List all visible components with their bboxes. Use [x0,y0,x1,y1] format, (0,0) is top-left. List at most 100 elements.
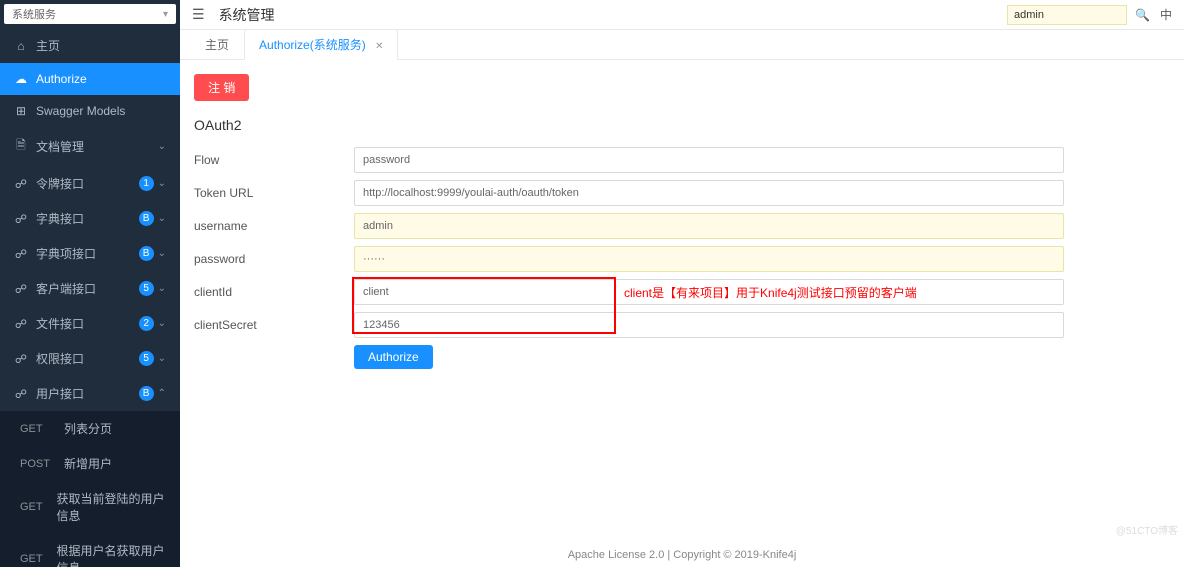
cloud-icon: ☁ [14,72,28,86]
count-badge: 5 [139,281,154,296]
header: ☰ 系统管理 🔍 中 [180,0,1184,30]
home-icon: ⌂ [14,39,28,53]
nav-label: Authorize [36,72,166,86]
api-icon: ☍ [14,352,28,366]
flow-input[interactable] [354,147,1064,173]
nav-label: 令牌接口 [36,175,139,192]
form-label: username [194,219,354,233]
main-area: ☰ 系统管理 🔍 中 主页 Authorize(系统服务) ✕ 注 销 OAut… [180,0,1184,567]
form-row-username: username [194,213,1170,239]
footer: Apache License 2.0 | Copyright © 2019-Kn… [180,543,1184,567]
api-icon: ☍ [14,317,28,331]
http-method: GET [20,553,57,565]
tokenurl-input[interactable] [354,180,1064,206]
http-method: GET [20,423,64,435]
subnav-item[interactable]: POST 新增用户 [0,446,180,481]
nav-permission-api[interactable]: ☍ 权限接口 5 ⌄ [0,341,180,376]
count-badge: 5 [139,351,154,366]
nav-client-api[interactable]: ☍ 客户端接口 5 ⌄ [0,271,180,306]
form-label: Flow [194,153,354,167]
api-icon: ☍ [14,177,28,191]
annotation-text: client是【有来项目】用于Knife4j测试接口预留的客户端 [624,284,917,301]
nav-label: 主页 [36,37,166,54]
close-icon[interactable]: ✕ [375,41,383,52]
nav-label: 客户端接口 [36,280,139,297]
nav-label: 文档管理 [36,138,158,155]
nav-swagger-models[interactable]: ⊞ Swagger Models [0,95,180,127]
count-badge: 1 [139,176,154,191]
nav-dict-api[interactable]: ☍ 字典接口 B ⌄ [0,201,180,236]
nav-token-api[interactable]: ☍ 令牌接口 1 ⌄ [0,166,180,201]
nav-label: 用户接口 [36,385,139,402]
count-badge: 2 [139,316,154,331]
chevron-down-icon: ⌄ [158,283,166,294]
form-row-password: password [194,246,1170,272]
tab-label: 主页 [205,38,229,52]
doc-icon: 🗎 [14,136,28,157]
subnav-label: 新增用户 [64,455,112,472]
count-badge: B [139,386,154,401]
chevron-up-icon: ⌃ [158,388,166,399]
tab-home[interactable]: 主页 [190,29,244,59]
logout-button[interactable]: 注 销 [194,74,249,101]
sidebar-nav: ⌂ 主页 ☁ Authorize ⊞ Swagger Models 🗎 文档管理… [0,28,180,567]
language-toggle[interactable]: 中 [1160,6,1172,23]
http-method: POST [20,458,64,470]
models-icon: ⊞ [14,104,28,118]
form-row-tokenurl: Token URL [194,180,1170,206]
form-label: Token URL [194,186,354,200]
page-title: 系统管理 [219,5,1007,25]
subnav-label: 获取当前登陆的用户信息 [57,490,167,524]
nav-authorize[interactable]: ☁ Authorize [0,63,180,95]
subnav-item[interactable]: GET 根据用户名获取用户信息 [0,533,180,567]
service-select-input[interactable] [12,8,163,20]
nav-label: Swagger Models [36,104,166,118]
nav-label: 权限接口 [36,350,139,367]
authorize-button[interactable]: Authorize [354,345,433,369]
tab-label: Authorize(系统服务) [259,38,366,52]
chevron-down-icon: ▾ [163,9,168,20]
nav-user-submenu: GET 列表分页 POST 新增用户 GET 获取当前登陆的用户信息 GET 根… [0,411,180,567]
global-search-input[interactable] [1007,5,1127,25]
http-method: GET [20,501,57,513]
nav-file-api[interactable]: ☍ 文件接口 2 ⌄ [0,306,180,341]
form-label: clientSecret [194,318,354,332]
form-label: password [194,252,354,266]
collapse-sidebar-icon[interactable]: ☰ [192,6,205,23]
nav-doc-manage[interactable]: 🗎 文档管理 ⌄ [0,127,180,166]
api-icon: ☍ [14,387,28,401]
chevron-down-icon: ⌄ [158,318,166,329]
content-panel: 注 销 OAuth2 Flow Token URL username passw… [180,60,1184,543]
oauth2-section-title: OAuth2 [194,101,1170,147]
api-icon: ☍ [14,212,28,226]
sidebar-service-select[interactable]: ▾ [4,4,176,24]
chevron-down-icon: ⌄ [158,248,166,259]
subnav-item[interactable]: GET 获取当前登陆的用户信息 [0,481,180,533]
copyright-icon: © [723,549,731,561]
nav-dictitem-api[interactable]: ☍ 字典项接口 B ⌄ [0,236,180,271]
tab-authorize[interactable]: Authorize(系统服务) ✕ [244,29,398,60]
form-row-clientsecret: clientSecret [194,312,1170,338]
nav-user-api[interactable]: ☍ 用户接口 B ⌃ [0,376,180,411]
subnav-item[interactable]: GET 列表分页 [0,411,180,446]
watermark: @51CTO博客 [1116,522,1178,537]
password-input[interactable] [354,246,1064,272]
form-label: clientId [194,285,354,299]
chevron-down-icon: ⌄ [158,213,166,224]
search-icon[interactable]: 🔍 [1135,8,1150,22]
nav-label: 文件接口 [36,315,139,332]
tabs-bar: 主页 Authorize(系统服务) ✕ [180,30,1184,60]
username-input[interactable] [354,213,1064,239]
sidebar: ▾ ⌂ 主页 ☁ Authorize ⊞ Swagger Models 🗎 文档… [0,0,180,567]
annotated-rows: clientId clientSecret client是【有来项目】用于Kni… [194,279,1170,338]
nav-home[interactable]: ⌂ 主页 [0,28,180,63]
nav-label: 字典接口 [36,210,139,227]
footer-text-left: Apache License 2.0 | Copyright [568,549,721,561]
count-badge: B [139,211,154,226]
count-badge: B [139,246,154,261]
clientsecret-input[interactable] [354,312,1064,338]
chevron-down-icon: ⌄ [158,178,166,189]
api-icon: ☍ [14,282,28,296]
nav-label: 字典项接口 [36,245,139,262]
footer-text-right: 2019-Knife4j [735,549,797,561]
